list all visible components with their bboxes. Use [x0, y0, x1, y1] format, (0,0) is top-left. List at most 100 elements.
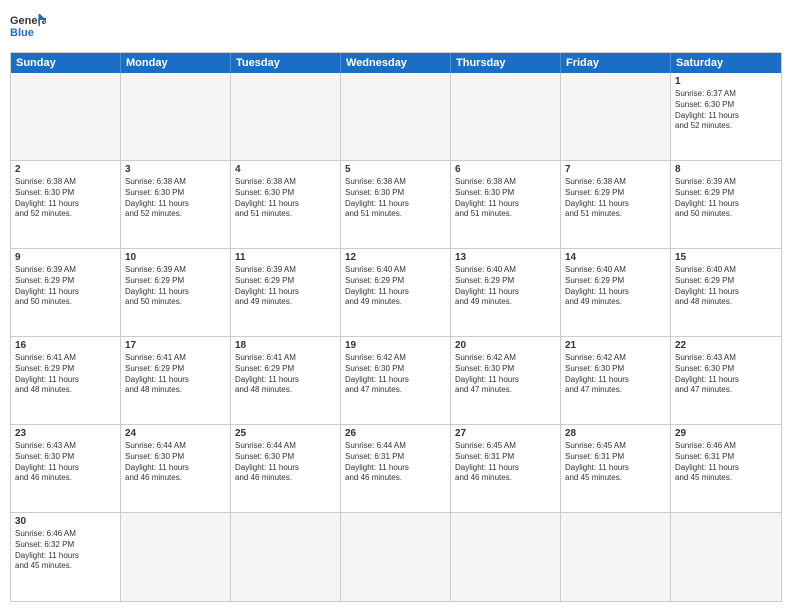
- calendar-cell: [341, 73, 451, 160]
- day-number: 6: [455, 164, 556, 175]
- day-number: 3: [125, 164, 226, 175]
- day-number: 30: [15, 516, 116, 527]
- calendar-cell: 9 Sunrise: 6:39 AM Sunset: 6:29 PM Daylig…: [11, 249, 121, 336]
- cell-info: Sunrise: 6:40 AM Sunset: 6:29 PM Dayligh…: [345, 265, 446, 308]
- calendar-row: 23 Sunrise: 6:43 AM Sunset: 6:30 PM Dayli…: [11, 425, 781, 513]
- cell-info: Sunrise: 6:38 AM Sunset: 6:30 PM Dayligh…: [345, 177, 446, 220]
- calendar-cell: [451, 513, 561, 601]
- cell-info: Sunrise: 6:40 AM Sunset: 6:29 PM Dayligh…: [455, 265, 556, 308]
- day-number: 20: [455, 340, 556, 351]
- day-number: 8: [675, 164, 777, 175]
- cell-info: Sunrise: 6:43 AM Sunset: 6:30 PM Dayligh…: [675, 353, 777, 396]
- cell-info: Sunrise: 6:45 AM Sunset: 6:31 PM Dayligh…: [565, 441, 666, 484]
- calendar-cell: 2 Sunrise: 6:38 AM Sunset: 6:30 PM Daylig…: [11, 161, 121, 248]
- calendar-cell: 22 Sunrise: 6:43 AM Sunset: 6:30 PM Dayli…: [671, 337, 781, 424]
- calendar-cell: 23 Sunrise: 6:43 AM Sunset: 6:30 PM Dayli…: [11, 425, 121, 512]
- cell-info: Sunrise: 6:44 AM Sunset: 6:30 PM Dayligh…: [235, 441, 336, 484]
- cell-info: Sunrise: 6:39 AM Sunset: 6:29 PM Dayligh…: [15, 265, 116, 308]
- cell-info: Sunrise: 6:41 AM Sunset: 6:29 PM Dayligh…: [125, 353, 226, 396]
- day-number: 22: [675, 340, 777, 351]
- day-number: 2: [15, 164, 116, 175]
- cell-info: Sunrise: 6:39 AM Sunset: 6:29 PM Dayligh…: [235, 265, 336, 308]
- calendar-cell: 21 Sunrise: 6:42 AM Sunset: 6:30 PM Dayli…: [561, 337, 671, 424]
- calendar-cell: 29Sunrise: 6:46 AM Sunset: 6:31 PM Dayli…: [671, 425, 781, 512]
- cell-info: Sunrise: 6:46 AM Sunset: 6:32 PM Dayligh…: [15, 529, 116, 572]
- calendar-cell: 14 Sunrise: 6:40 AM Sunset: 6:29 PM Dayli…: [561, 249, 671, 336]
- day-number: 16: [15, 340, 116, 351]
- cell-info: Sunrise: 6:38 AM Sunset: 6:30 PM Dayligh…: [455, 177, 556, 220]
- weekday-header: Saturday: [671, 53, 781, 73]
- day-number: 13: [455, 252, 556, 263]
- cell-info: Sunrise: 6:41 AM Sunset: 6:29 PM Dayligh…: [15, 353, 116, 396]
- cell-info: Sunrise: 6:39 AM Sunset: 6:29 PM Dayligh…: [675, 177, 777, 220]
- cell-info: Sunrise: 6:42 AM Sunset: 6:30 PM Dayligh…: [345, 353, 446, 396]
- calendar-cell: [11, 73, 121, 160]
- cell-info: Sunrise: 6:38 AM Sunset: 6:30 PM Dayligh…: [15, 177, 116, 220]
- day-number: 10: [125, 252, 226, 263]
- cell-info: Sunrise: 6:38 AM Sunset: 6:30 PM Dayligh…: [125, 177, 226, 220]
- cell-info: Sunrise: 6:40 AM Sunset: 6:29 PM Dayligh…: [675, 265, 777, 308]
- cell-info: Sunrise: 6:38 AM Sunset: 6:30 PM Dayligh…: [235, 177, 336, 220]
- weekday-header: Tuesday: [231, 53, 341, 73]
- calendar-cell: [231, 73, 341, 160]
- calendar-cell: 7Sunrise: 6:38 AM Sunset: 6:29 PM Daylig…: [561, 161, 671, 248]
- calendar-cell: 24 Sunrise: 6:44 AM Sunset: 6:30 PM Dayli…: [121, 425, 231, 512]
- calendar-cell: [671, 513, 781, 601]
- day-number: 28: [565, 428, 666, 439]
- calendar-cell: 17Sunrise: 6:41 AM Sunset: 6:29 PM Dayli…: [121, 337, 231, 424]
- calendar-row: 1Sunrise: 6:37 AM Sunset: 6:30 PM Daylig…: [11, 73, 781, 161]
- day-number: 24: [125, 428, 226, 439]
- calendar-cell: 18Sunrise: 6:41 AM Sunset: 6:29 PM Dayli…: [231, 337, 341, 424]
- cell-info: Sunrise: 6:46 AM Sunset: 6:31 PM Dayligh…: [675, 441, 777, 484]
- day-number: 23: [15, 428, 116, 439]
- day-number: 9: [15, 252, 116, 263]
- calendar-cell: 3 Sunrise: 6:38 AM Sunset: 6:30 PM Daylig…: [121, 161, 231, 248]
- cell-info: Sunrise: 6:45 AM Sunset: 6:31 PM Dayligh…: [455, 441, 556, 484]
- calendar-cell: [451, 73, 561, 160]
- weekday-header: Monday: [121, 53, 231, 73]
- calendar-cell: 12 Sunrise: 6:40 AM Sunset: 6:29 PM Dayli…: [341, 249, 451, 336]
- calendar-cell: 5 Sunrise: 6:38 AM Sunset: 6:30 PM Daylig…: [341, 161, 451, 248]
- logo: General Blue: [10, 10, 46, 46]
- cell-info: Sunrise: 6:41 AM Sunset: 6:29 PM Dayligh…: [235, 353, 336, 396]
- calendar-cell: [561, 513, 671, 601]
- day-number: 21: [565, 340, 666, 351]
- day-number: 1: [675, 76, 777, 87]
- calendar-cell: 26Sunrise: 6:44 AM Sunset: 6:31 PM Dayli…: [341, 425, 451, 512]
- cell-info: Sunrise: 6:39 AM Sunset: 6:29 PM Dayligh…: [125, 265, 226, 308]
- calendar-cell: 16 Sunrise: 6:41 AM Sunset: 6:29 PM Dayli…: [11, 337, 121, 424]
- day-number: 14: [565, 252, 666, 263]
- calendar-cell: 6 Sunrise: 6:38 AM Sunset: 6:30 PM Daylig…: [451, 161, 561, 248]
- calendar-cell: 19Sunrise: 6:42 AM Sunset: 6:30 PM Dayli…: [341, 337, 451, 424]
- calendar-cell: [121, 513, 231, 601]
- day-number: 26: [345, 428, 446, 439]
- calendar-cell: 30 Sunrise: 6:46 AM Sunset: 6:32 PM Dayli…: [11, 513, 121, 601]
- calendar-cell: 28 Sunrise: 6:45 AM Sunset: 6:31 PM Dayli…: [561, 425, 671, 512]
- calendar-body: 1Sunrise: 6:37 AM Sunset: 6:30 PM Daylig…: [11, 73, 781, 601]
- calendar-cell: 1Sunrise: 6:37 AM Sunset: 6:30 PM Daylig…: [671, 73, 781, 160]
- day-number: 12: [345, 252, 446, 263]
- weekday-header: Friday: [561, 53, 671, 73]
- cell-info: Sunrise: 6:42 AM Sunset: 6:30 PM Dayligh…: [565, 353, 666, 396]
- day-number: 5: [345, 164, 446, 175]
- weekday-header: Sunday: [11, 53, 121, 73]
- day-number: 15: [675, 252, 777, 263]
- cell-info: Sunrise: 6:40 AM Sunset: 6:29 PM Dayligh…: [565, 265, 666, 308]
- calendar-row: 16 Sunrise: 6:41 AM Sunset: 6:29 PM Dayli…: [11, 337, 781, 425]
- calendar-cell: 11Sunrise: 6:39 AM Sunset: 6:29 PM Dayli…: [231, 249, 341, 336]
- calendar-cell: [341, 513, 451, 601]
- cell-info: Sunrise: 6:42 AM Sunset: 6:30 PM Dayligh…: [455, 353, 556, 396]
- calendar-cell: 8 Sunrise: 6:39 AM Sunset: 6:29 PM Daylig…: [671, 161, 781, 248]
- cell-info: Sunrise: 6:38 AM Sunset: 6:29 PM Dayligh…: [565, 177, 666, 220]
- page-header: General Blue: [10, 10, 782, 46]
- day-number: 4: [235, 164, 336, 175]
- calendar-cell: 10 Sunrise: 6:39 AM Sunset: 6:29 PM Dayli…: [121, 249, 231, 336]
- calendar-row: 30 Sunrise: 6:46 AM Sunset: 6:32 PM Dayli…: [11, 513, 781, 601]
- calendar-cell: [561, 73, 671, 160]
- cell-info: Sunrise: 6:44 AM Sunset: 6:30 PM Dayligh…: [125, 441, 226, 484]
- calendar-cell: [231, 513, 341, 601]
- calendar-cell: 15 Sunrise: 6:40 AM Sunset: 6:29 PM Dayli…: [671, 249, 781, 336]
- weekday-header: Wednesday: [341, 53, 451, 73]
- cell-info: Sunrise: 6:43 AM Sunset: 6:30 PM Dayligh…: [15, 441, 116, 484]
- calendar-cell: 25Sunrise: 6:44 AM Sunset: 6:30 PM Dayli…: [231, 425, 341, 512]
